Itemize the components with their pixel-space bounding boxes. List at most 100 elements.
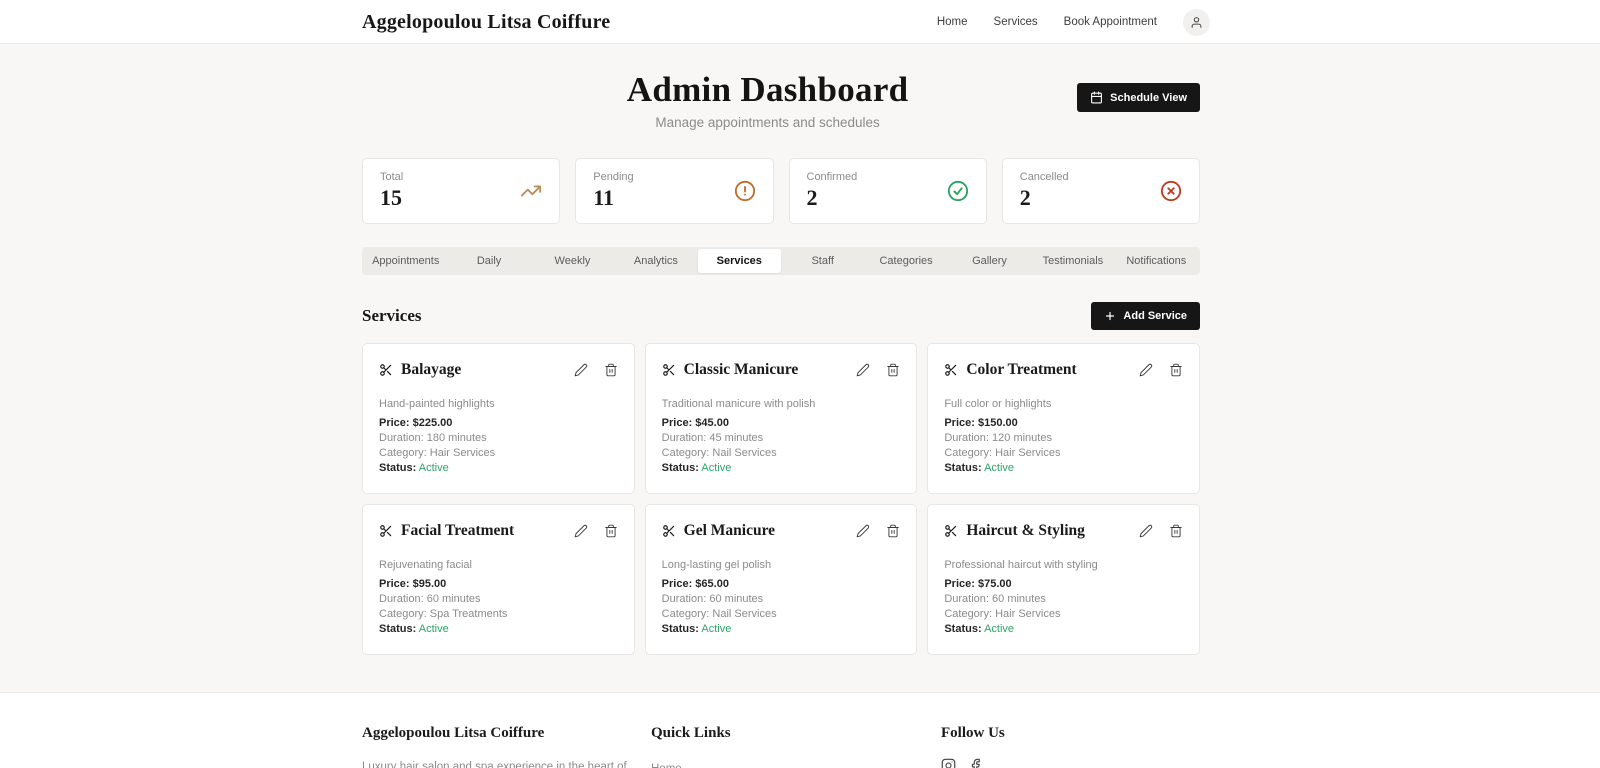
- service-title: Facial Treatment: [401, 522, 514, 540]
- service-card: Balayage Hand-painted highlights Price: …: [362, 343, 635, 494]
- nav-link-book-appointment[interactable]: Book Appointment: [1064, 16, 1157, 28]
- delete-trash-icon[interactable]: [604, 363, 618, 377]
- service-status-line: Status: Active: [662, 461, 901, 476]
- quick-links-heading: Quick Links: [651, 725, 941, 742]
- service-card: Classic Manicure Traditional manicure wi…: [645, 343, 918, 494]
- top-navbar: Aggelopoulou Litsa Coiffure HomeServices…: [0, 0, 1600, 44]
- service-price-line: Price: $95.00: [379, 577, 618, 592]
- user-avatar-button[interactable]: [1183, 9, 1210, 36]
- scissors-icon: [662, 524, 676, 538]
- tab-weekly[interactable]: Weekly: [531, 249, 614, 273]
- stat-card: Total 15: [362, 158, 560, 224]
- footer-social-column: Follow Us: [941, 725, 1200, 768]
- scissors-icon: [379, 363, 393, 377]
- scissors-icon: [944, 524, 958, 538]
- stat-label: Confirmed: [807, 171, 858, 183]
- edit-pencil-icon[interactable]: [856, 363, 870, 377]
- tab-analytics[interactable]: Analytics: [614, 249, 697, 273]
- service-cards-grid: Balayage Hand-painted highlights Price: …: [362, 343, 1200, 655]
- services-heading: Services: [362, 306, 421, 326]
- dashboard-header: Admin Dashboard Manage appointments and …: [362, 70, 1200, 130]
- plus-icon: [1104, 310, 1116, 322]
- schedule-view-button[interactable]: Schedule View: [1077, 83, 1200, 112]
- tab-appointments[interactable]: Appointments: [364, 249, 447, 273]
- service-duration-line: Duration: 120 minutes: [944, 431, 1183, 446]
- stat-value: 15: [380, 185, 403, 211]
- stats-row: Total 15 Pending 11 Confirmed 2 Cancelle…: [362, 158, 1200, 224]
- nav-link-home[interactable]: Home: [937, 16, 968, 28]
- edit-pencil-icon[interactable]: [574, 524, 588, 538]
- instagram-icon[interactable]: [941, 758, 956, 768]
- service-category-line: Category: Hair Services: [944, 446, 1183, 461]
- footer-brand: Aggelopoulou Litsa Coiffure: [362, 725, 651, 742]
- edit-pencil-icon[interactable]: [1139, 363, 1153, 377]
- follow-us-heading: Follow Us: [941, 725, 1200, 742]
- add-service-label: Add Service: [1123, 310, 1187, 322]
- service-description: Professional haircut with styling: [944, 559, 1183, 571]
- stat-card: Pending 11: [575, 158, 773, 224]
- service-price-line: Price: $45.00: [662, 416, 901, 431]
- edit-pencil-icon[interactable]: [1139, 524, 1153, 538]
- tab-testimonials[interactable]: Testimonials: [1031, 249, 1114, 273]
- schedule-view-label: Schedule View: [1110, 92, 1187, 104]
- footer-brand-column: Aggelopoulou Litsa Coiffure Luxury hair …: [362, 725, 651, 768]
- dashboard-tabs: AppointmentsDailyWeeklyAnalyticsServices…: [362, 247, 1200, 275]
- delete-trash-icon[interactable]: [886, 363, 900, 377]
- service-status-line: Status: Active: [944, 461, 1183, 476]
- facebook-icon[interactable]: [968, 758, 983, 768]
- x-circle-icon: [1160, 180, 1182, 202]
- service-description: Long-lasting gel polish: [662, 559, 901, 571]
- scissors-icon: [944, 363, 958, 377]
- service-title: Haircut & Styling: [966, 522, 1085, 540]
- tab-staff[interactable]: Staff: [781, 249, 864, 273]
- page-subtitle: Manage appointments and schedules: [458, 115, 1077, 130]
- service-duration-line: Duration: 45 minutes: [662, 431, 901, 446]
- page-title: Admin Dashboard: [458, 70, 1077, 110]
- service-card: Facial Treatment Rejuvenating facial Pri…: [362, 504, 635, 655]
- footer-link-home[interactable]: Home: [651, 763, 682, 768]
- service-description: Traditional manicure with polish: [662, 398, 901, 410]
- service-price-line: Price: $75.00: [944, 577, 1183, 592]
- trending-up-icon: [520, 180, 542, 202]
- stat-value: 2: [807, 185, 858, 211]
- service-duration-line: Duration: 180 minutes: [379, 431, 618, 446]
- service-category-line: Category: Nail Services: [662, 607, 901, 622]
- tab-daily[interactable]: Daily: [447, 249, 530, 273]
- service-price-line: Price: $150.00: [944, 416, 1183, 431]
- calendar-icon: [1090, 91, 1103, 104]
- service-price-line: Price: $65.00: [662, 577, 901, 592]
- service-card: Haircut & Styling Professional haircut w…: [927, 504, 1200, 655]
- tab-notifications[interactable]: Notifications: [1115, 249, 1198, 273]
- delete-trash-icon[interactable]: [1169, 524, 1183, 538]
- tab-gallery[interactable]: Gallery: [948, 249, 1031, 273]
- service-duration-line: Duration: 60 minutes: [662, 592, 901, 607]
- alert-circle-icon: [734, 180, 756, 202]
- service-title: Gel Manicure: [684, 522, 775, 540]
- service-category-line: Category: Hair Services: [944, 607, 1183, 622]
- service-status-line: Status: Active: [379, 622, 618, 637]
- service-duration-line: Duration: 60 minutes: [379, 592, 618, 607]
- tab-services[interactable]: Services: [698, 249, 781, 273]
- service-card: Gel Manicure Long-lasting gel polish Pri…: [645, 504, 918, 655]
- delete-trash-icon[interactable]: [604, 524, 618, 538]
- service-status-line: Status: Active: [379, 461, 618, 476]
- service-title: Balayage: [401, 361, 461, 379]
- edit-pencil-icon[interactable]: [856, 524, 870, 538]
- service-description: Rejuvenating facial: [379, 559, 618, 571]
- scissors-icon: [379, 524, 393, 538]
- stat-value: 2: [1020, 185, 1069, 211]
- add-service-button[interactable]: Add Service: [1091, 302, 1200, 330]
- nav-link-services[interactable]: Services: [994, 16, 1038, 28]
- quick-links-list: HomeServicesBook Appointment: [651, 759, 941, 768]
- social-icons-row: [941, 758, 1200, 768]
- check-circle-icon: [947, 180, 969, 202]
- service-status-line: Status: Active: [944, 622, 1183, 637]
- service-category-line: Category: Hair Services: [379, 446, 618, 461]
- tab-categories[interactable]: Categories: [864, 249, 947, 273]
- delete-trash-icon[interactable]: [886, 524, 900, 538]
- stat-label: Pending: [593, 171, 633, 183]
- delete-trash-icon[interactable]: [1169, 363, 1183, 377]
- service-title: Color Treatment: [966, 361, 1076, 379]
- admin-dashboard-page: Admin Dashboard Manage appointments and …: [0, 44, 1600, 655]
- edit-pencil-icon[interactable]: [574, 363, 588, 377]
